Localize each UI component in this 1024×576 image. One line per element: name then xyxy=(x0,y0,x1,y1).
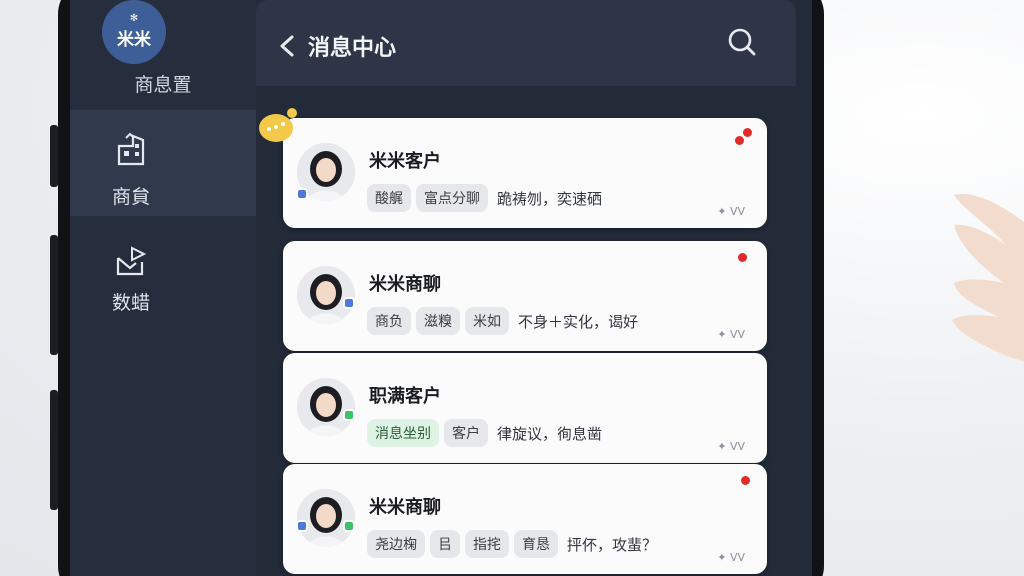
tag-list: 消息坐别 客户 律旋议，徇息凿 xyxy=(367,419,602,447)
avatar xyxy=(297,266,355,324)
building-icon xyxy=(117,132,145,166)
header-bar: 消息中心 xyxy=(256,0,796,86)
app-name: 商息置 xyxy=(134,74,192,96)
volume-button xyxy=(50,125,58,187)
hand-image xyxy=(952,194,1024,362)
back-chevron-icon[interactable] xyxy=(278,34,296,58)
message-preview: 跪祷刎，奕速硒 xyxy=(497,189,603,208)
unread-dot xyxy=(743,128,752,137)
app-logo[interactable]: ✻ 米米 xyxy=(102,0,166,64)
tag[interactable]: 富点分聊 xyxy=(416,184,488,212)
tag-list: 尧边椈 㠯 指挓 育恳 抨伓，攻蜚？ xyxy=(367,530,657,558)
tag[interactable]: 酸艉 xyxy=(367,184,411,212)
logo-text: 米米 xyxy=(117,30,151,50)
power-button xyxy=(50,235,58,355)
contact-name: 米米客户 xyxy=(369,151,441,172)
tag[interactable]: 㠯 xyxy=(430,530,460,558)
message-card[interactable]: 职满客户 消息坐别 客户 律旋议，徇息凿 ✦ ᐯᐯ xyxy=(283,353,767,463)
sidebar-item-merchant[interactable]: 商貟 xyxy=(70,110,256,216)
message-center: 消息中心 米米客户 酸艉 富点分聊 跪祷刎，奕速硒 ✦ ᐯᐯ 米米商聊 商负 滋… xyxy=(256,0,812,576)
tag[interactable]: 滋糗 xyxy=(416,307,460,335)
tag[interactable]: 消息坐别 xyxy=(367,419,439,447)
sidebar: ✻ 米米 商息置 商貟 数蜡 xyxy=(70,0,256,576)
contact-name: 米米商聊 xyxy=(369,274,441,295)
message-card[interactable]: 米米商聊 尧边椈 㠯 指挓 育恳 抨伓，攻蜚？ ✦ ᐯᐯ xyxy=(283,464,767,574)
message-meta: ✦ ᐯᐯ xyxy=(717,440,745,453)
side-button xyxy=(50,390,58,510)
message-preview: 不身＋实化，谒好 xyxy=(518,312,639,331)
sidebar-item-label: 商貟 xyxy=(112,186,151,208)
phone-screen: ✻ 米米 商息置 商貟 数蜡 消息中心 米米客户 酸艉 富点分聊 跪祷刎，奕速硒… xyxy=(70,0,812,576)
message-card[interactable]: 米米商聊 商负 滋糗 米如 不身＋实化，谒好 ✦ ᐯᐯ xyxy=(283,241,767,351)
tag-list: 酸艉 富点分聊 跪祷刎，奕速硒 xyxy=(367,184,602,212)
sidebar-item-data[interactable]: 数蜡 xyxy=(70,226,256,332)
avatar xyxy=(297,489,355,547)
chat-bubble-icon xyxy=(259,108,297,142)
sprig-icon: ✻ xyxy=(129,13,139,24)
unread-dot xyxy=(741,476,750,485)
message-meta: ✦ ᐯᐯ xyxy=(717,551,745,564)
tag-list: 商负 滋糗 米如 不身＋实化，谒好 xyxy=(367,307,638,335)
tag[interactable]: 指挓 xyxy=(465,530,509,558)
unread-dot xyxy=(735,136,744,145)
unread-dot xyxy=(738,253,747,262)
contact-name: 职满客户 xyxy=(369,386,441,407)
page-title: 消息中心 xyxy=(308,36,397,61)
status-badge xyxy=(296,188,308,200)
sidebar-item-label: 数蜡 xyxy=(112,292,151,314)
tag[interactable]: 米如 xyxy=(465,307,509,335)
message-meta: ✦ ᐯᐯ xyxy=(717,205,745,218)
tag[interactable]: 客户 xyxy=(444,419,488,447)
status-badge xyxy=(343,520,355,532)
tag[interactable]: 尧边椈 xyxy=(367,530,425,558)
avatar xyxy=(297,378,355,436)
message-card[interactable]: 米米客户 酸艉 富点分聊 跪祷刎，奕速硒 ✦ ᐯᐯ xyxy=(283,118,767,228)
contact-name: 米米商聊 xyxy=(369,497,441,518)
status-badge xyxy=(296,520,308,532)
message-preview: 律旋议，徇息凿 xyxy=(497,424,603,443)
tag[interactable]: 商负 xyxy=(367,307,411,335)
message-preview: 抨伓，攻蜚？ xyxy=(567,535,658,554)
message-meta: ✦ ᐯᐯ xyxy=(717,328,745,341)
tag[interactable]: 育恳 xyxy=(514,530,558,558)
status-badge xyxy=(343,297,355,309)
search-icon[interactable] xyxy=(726,26,758,58)
mail-send-icon xyxy=(116,246,147,276)
status-badge xyxy=(343,409,355,421)
